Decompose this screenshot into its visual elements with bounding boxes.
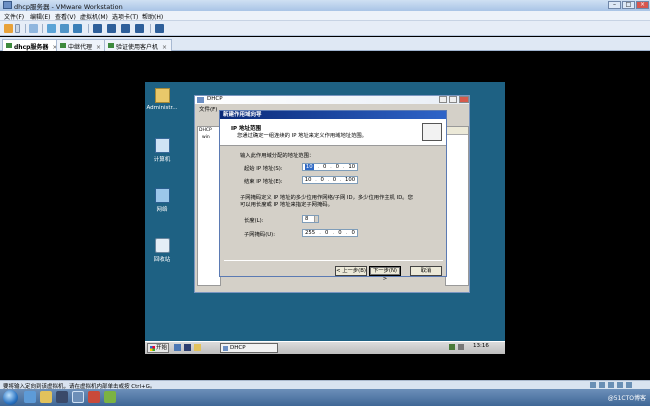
guest-clock: 13:16 bbox=[473, 343, 489, 349]
start-ip-field[interactable]: 10. 0. 0. 10 bbox=[302, 163, 358, 171]
power-icon[interactable] bbox=[4, 24, 13, 33]
start-ip-label: 起始 IP 地址(S): bbox=[244, 166, 283, 172]
vmware-taskbar-icon[interactable] bbox=[72, 391, 84, 403]
vmware-status-bar: 要将输入定向到该虚拟机，请在虚拟机内部单击或按 Ctrl+G。 bbox=[0, 380, 650, 390]
unity-icon[interactable] bbox=[107, 24, 116, 33]
device-network-icon[interactable] bbox=[608, 382, 614, 388]
vmware-menu-bar: 文件(F) 编辑(E) 查看(V) 虚拟机(M) 选项卡(T) 帮助(H) bbox=[0, 11, 650, 21]
dhcp-icon bbox=[223, 346, 228, 351]
host-watermark: @51CTO博客 bbox=[607, 395, 646, 402]
menu-help[interactable]: 帮助(H) bbox=[142, 12, 163, 21]
range-prompt: 输入此作用域分配的地址范围： bbox=[240, 153, 315, 159]
desktop-icon-network[interactable]: 网络 bbox=[145, 188, 179, 213]
ie-icon[interactable] bbox=[24, 391, 36, 403]
device-hdd-icon[interactable] bbox=[590, 382, 596, 388]
windows-flag-icon bbox=[150, 346, 155, 351]
dhcp-menu-file[interactable]: 文件(F) bbox=[195, 105, 217, 113]
explorer-icon[interactable] bbox=[194, 344, 201, 351]
dhcp-icon bbox=[197, 97, 204, 103]
vm-running-icon bbox=[6, 43, 12, 48]
window-title: dhcp服务器 - VMware Workstation bbox=[14, 3, 123, 11]
powershell-icon[interactable] bbox=[184, 344, 191, 351]
dhcp-close-button[interactable] bbox=[459, 96, 469, 103]
device-cd-icon[interactable] bbox=[599, 382, 605, 388]
tray-volume-icon[interactable] bbox=[458, 344, 464, 350]
mask-note-line2: 可以用长度或 IP 地址来指定子网掩码。 bbox=[240, 202, 333, 208]
tab-close-icon[interactable]: × bbox=[162, 44, 167, 51]
library-icon[interactable] bbox=[155, 24, 164, 33]
subnet-mask-label: 子网掩码(U): bbox=[244, 232, 275, 238]
app-icon[interactable] bbox=[88, 391, 100, 403]
guest-taskbar: 开始 DHCP 13:16 bbox=[145, 341, 505, 354]
dhcp-tree-pane[interactable]: DHCP win bbox=[197, 126, 221, 286]
vmware-toolbar bbox=[0, 21, 650, 36]
menu-view[interactable]: 查看(V) bbox=[55, 12, 76, 21]
wizard-server-icon bbox=[422, 123, 442, 141]
length-spinner[interactable]: 8 bbox=[302, 215, 319, 223]
vmware-app-icon bbox=[3, 1, 12, 9]
fullscreen-icon[interactable] bbox=[93, 24, 102, 33]
button-separator bbox=[224, 260, 443, 261]
new-scope-wizard-dialog[interactable]: 新建作用域向导 IP 地址范围 您通过确定一组连续的 IP 地址来定义作用域地址… bbox=[219, 110, 447, 282]
wizard-title: 新建作用域向导 bbox=[220, 111, 446, 119]
maximize-button[interactable]: □ bbox=[622, 1, 635, 9]
menu-tabs[interactable]: 选项卡(T) bbox=[112, 12, 138, 21]
vm-running-icon bbox=[108, 43, 114, 48]
vmware-title-bar: dhcp服务器 - VMware Workstation – □ × bbox=[0, 0, 650, 11]
guest-start-button[interactable]: 开始 bbox=[147, 343, 169, 353]
revert-snapshot-icon[interactable] bbox=[60, 24, 69, 33]
tab-dhcp-server[interactable]: dhcp服务器 × bbox=[2, 39, 63, 51]
recycle-bin-icon bbox=[154, 238, 170, 253]
desktop-icon-recycle-bin[interactable]: 回收站 bbox=[145, 238, 179, 263]
device-usb-icon[interactable] bbox=[617, 382, 623, 388]
tab-test-client[interactable]: 验证使用客户机 × bbox=[104, 39, 173, 51]
media-player-icon[interactable] bbox=[56, 391, 68, 403]
end-ip-field[interactable]: 10. 0. 0. 100 bbox=[302, 176, 358, 184]
tree-item-server[interactable]: win bbox=[198, 134, 220, 141]
length-label: 长度(L): bbox=[244, 218, 264, 224]
user-folder-icon bbox=[154, 88, 170, 103]
thumbnail-view-icon[interactable] bbox=[135, 24, 144, 33]
network-icon bbox=[154, 188, 170, 203]
computer-icon bbox=[154, 138, 170, 153]
tree-item-dhcp[interactable]: DHCP bbox=[198, 127, 220, 134]
spinner-arrows-icon[interactable] bbox=[314, 216, 318, 222]
next-button[interactable]: 下一步(N) > bbox=[369, 266, 401, 282]
send-keys-icon[interactable] bbox=[29, 24, 38, 33]
menu-vm[interactable]: 虚拟机(M) bbox=[80, 12, 108, 21]
server-manager-icon[interactable] bbox=[174, 344, 181, 351]
column-header bbox=[446, 127, 468, 135]
app-icon[interactable] bbox=[104, 391, 116, 403]
windows-start-orb[interactable] bbox=[3, 390, 18, 405]
dhcp-maximize-button[interactable] bbox=[449, 96, 457, 103]
desktop-icon-administrator[interactable]: Administr... bbox=[145, 88, 179, 111]
menu-file[interactable]: 文件(F) bbox=[4, 12, 24, 21]
menu-edit[interactable]: 编辑(E) bbox=[30, 12, 50, 21]
back-button[interactable]: < 上一步(B) bbox=[335, 266, 367, 276]
snapshot-icon[interactable] bbox=[47, 24, 56, 33]
vm-tab-strip: dhcp服务器 × 中继代理 × 验证使用客户机 × bbox=[0, 37, 650, 51]
device-sound-icon[interactable] bbox=[626, 382, 632, 388]
power-dropdown-icon[interactable] bbox=[15, 24, 20, 33]
vm-running-icon bbox=[60, 43, 66, 48]
desktop-icon-computer[interactable]: 计算机 bbox=[145, 138, 179, 163]
tab-relay-agent[interactable]: 中继代理 × bbox=[56, 39, 107, 51]
cancel-button[interactable]: 取消 bbox=[410, 266, 442, 276]
dhcp-title-bar: DHCP bbox=[195, 96, 469, 104]
dhcp-minimize-button[interactable] bbox=[439, 96, 447, 103]
host-taskbar: @51CTO博客 bbox=[0, 389, 650, 406]
taskbar-dhcp-button[interactable]: DHCP bbox=[220, 343, 278, 353]
tab-close-icon[interactable]: × bbox=[96, 44, 101, 51]
subnet-mask-field[interactable]: 255. 0. 0. 0 bbox=[302, 229, 358, 237]
console-view-icon[interactable] bbox=[121, 24, 130, 33]
wizard-subheading: 您通过确定一组连续的 IP 地址来定义作用域地址范围。 bbox=[237, 133, 367, 139]
close-button[interactable]: × bbox=[636, 1, 649, 9]
snapshot-manager-icon[interactable] bbox=[73, 24, 82, 33]
tray-network-icon[interactable] bbox=[449, 344, 455, 350]
wizard-header: IP 地址范围 您通过确定一组连续的 IP 地址来定义作用域地址范围。 bbox=[220, 119, 446, 146]
minimize-button[interactable]: – bbox=[608, 1, 621, 9]
dhcp-detail-pane[interactable] bbox=[445, 126, 469, 286]
end-ip-label: 结束 IP 地址(E): bbox=[244, 179, 283, 185]
explorer-icon[interactable] bbox=[40, 391, 52, 403]
